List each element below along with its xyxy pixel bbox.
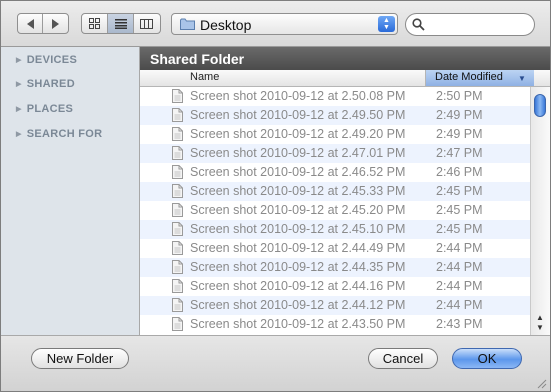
file-name: Screen shot 2010-09-12 at 2.50.08 PM [190,89,406,103]
file-row[interactable]: Screen shot 2010-09-12 at 2.47.01 PM 2:47… [140,144,530,163]
document-icon [172,260,183,274]
resize-grip-icon[interactable] [536,378,547,389]
back-button[interactable] [18,14,44,33]
file-row[interactable]: Screen shot 2010-09-12 at 2.44.12 PM 2:44… [140,296,530,315]
file-date: 2:43 PM [436,317,483,331]
file-row[interactable]: Screen shot 2010-09-12 at 2.44.35 PM 2:44… [140,258,530,277]
list-view-icon [114,18,127,29]
dialog-footer: New Folder Cancel OK [1,335,550,391]
file-name: Screen shot 2010-09-12 at 2.44.12 PM [190,298,406,312]
location-popup[interactable]: Desktop ▲ ▼ [171,13,398,35]
chevron-up-down-icon: ▲ ▼ [378,16,395,32]
file-name: Screen shot 2010-09-12 at 2.44.35 PM [190,260,406,274]
file-date: 2:47 PM [436,146,483,160]
file-name: Screen shot 2010-09-12 at 2.45.20 PM [190,203,406,217]
file-row[interactable]: Screen shot 2010-09-12 at 2.50.08 PM 2:50… [140,87,530,106]
cancel-button[interactable]: Cancel [368,348,438,369]
file-row[interactable]: Screen shot 2010-09-12 at 2.43.50 PM 2:43… [140,315,530,334]
file-row[interactable]: Screen shot 2010-09-12 at 2.44.49 PM 2:44… [140,239,530,258]
document-icon [172,127,183,141]
document-icon [172,184,183,198]
file-name: Screen shot 2010-09-12 at 2.45.33 PM [190,184,406,198]
sidebar-item-devices[interactable]: ▶ DEVICES [16,54,77,66]
document-icon [172,108,183,122]
document-icon [172,241,183,255]
file-name: Screen shot 2010-09-12 at 2.43.50 PM [190,317,406,331]
file-row[interactable]: Screen shot 2010-09-12 at 2.45.10 PM 2:45… [140,220,530,239]
icon-view-icon [89,18,100,29]
file-date: 2:44 PM [436,241,483,255]
file-row[interactable]: Screen shot 2010-09-12 at 2.44.16 PM 2:44… [140,277,530,296]
folder-icon [180,18,195,30]
view-mode-buttons [81,13,161,34]
sort-descending-icon: ▼ [518,74,526,83]
forward-button[interactable] [43,14,68,33]
search-field[interactable] [405,13,535,36]
document-icon [172,165,183,179]
document-icon [172,146,183,160]
search-icon [412,18,425,31]
column-view-icon [140,18,154,29]
file-row[interactable]: Screen shot 2010-09-12 at 2.45.20 PM 2:45… [140,201,530,220]
column-headers: Name Date Modified ▼ [140,70,550,87]
back-arrow-icon [26,18,34,29]
scroll-down-arrow-icon[interactable]: ▼ [536,323,544,332]
file-browser: Shared Folder Name Date Modified ▼ Scree… [140,47,550,335]
file-name: Screen shot 2010-09-12 at 2.47.01 PM [190,146,406,160]
sidebar-item-shared[interactable]: ▶ SHARED [16,78,75,90]
toolbar: Desktop ▲ ▼ [1,1,550,47]
disclosure-triangle-icon: ▶ [16,81,22,88]
scroll-thumb[interactable] [534,94,546,117]
document-icon [172,203,183,217]
sidebar-item-search-for[interactable]: ▶ SEARCH FOR [16,128,102,140]
folder-title-bar: Shared Folder [140,47,550,70]
file-name: Screen shot 2010-09-12 at 2.44.49 PM [190,241,406,255]
new-folder-button[interactable]: New Folder [31,348,129,369]
file-date: 2:49 PM [436,127,483,141]
file-date: 2:44 PM [436,260,483,274]
location-label: Desktop [200,17,252,33]
file-date: 2:44 PM [436,298,483,312]
file-name: Screen shot 2010-09-12 at 2.44.16 PM [190,279,406,293]
file-row[interactable]: Screen shot 2010-09-12 at 2.46.52 PM 2:46… [140,163,530,182]
vertical-scrollbar[interactable]: ▲ ▼ [530,87,550,335]
document-icon [172,298,183,312]
forward-arrow-icon [52,18,59,29]
column-view-button[interactable] [134,14,160,33]
file-date: 2:49 PM [436,108,483,122]
scroll-up-arrow-icon[interactable]: ▲ [536,313,544,322]
file-name: Screen shot 2010-09-12 at 2.49.20 PM [190,127,406,141]
disclosure-triangle-icon: ▶ [16,57,22,64]
file-name: Screen shot 2010-09-12 at 2.45.10 PM [190,222,406,236]
date-modified-column-header[interactable]: Date Modified ▼ [426,70,534,86]
navigation-buttons [17,13,69,34]
folder-title: Shared Folder [150,51,245,67]
list-view-button[interactable] [108,14,134,33]
document-icon [172,222,183,236]
file-name: Screen shot 2010-09-12 at 2.49.50 PM [190,108,406,122]
icon-view-button[interactable] [82,14,108,33]
file-name: Screen shot 2010-09-12 at 2.46.52 PM [190,165,406,179]
document-icon [172,317,183,331]
sidebar-item-places[interactable]: ▶ PLACES [16,103,73,115]
document-icon [172,89,183,103]
file-row[interactable]: Screen shot 2010-09-12 at 2.49.50 PM 2:49… [140,106,530,125]
disclosure-triangle-icon: ▶ [16,131,22,138]
file-date: 2:44 PM [436,279,483,293]
file-date: 2:45 PM [436,222,483,236]
open-dialog: Desktop ▲ ▼ ▶ DEVICES ▶ SHARED ▶ PLACES ▶ SEA… [0,0,551,392]
file-list: Screen shot 2010-09-12 at 2.50.08 PM 2:50… [140,87,530,335]
file-date: 2:45 PM [436,203,483,217]
disclosure-triangle-icon: ▶ [16,106,22,113]
sidebar: ▶ DEVICES ▶ SHARED ▶ PLACES ▶ SEARCH FOR [1,47,140,335]
file-date: 2:46 PM [436,165,483,179]
ok-button[interactable]: OK [452,348,522,369]
file-date: 2:50 PM [436,89,483,103]
file-row[interactable]: Screen shot 2010-09-12 at 2.49.20 PM 2:49… [140,125,530,144]
file-row[interactable]: Screen shot 2010-09-12 at 2.45.33 PM 2:45… [140,182,530,201]
name-column-header[interactable]: Name [190,71,219,83]
document-icon [172,279,183,293]
file-date: 2:45 PM [436,184,483,198]
